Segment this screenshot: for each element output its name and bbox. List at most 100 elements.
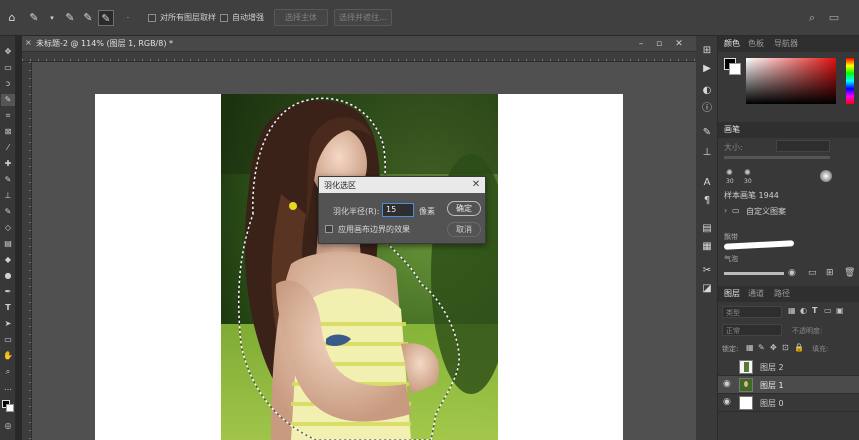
brush-tip-1-icon[interactable]: ✺ bbox=[726, 168, 733, 177]
brush-options-icon[interactable]: · bbox=[120, 10, 136, 26]
tab-brushes[interactable]: 画笔 bbox=[724, 124, 740, 135]
maximize-icon[interactable]: ▫ bbox=[652, 38, 666, 50]
move-tool-icon[interactable]: ✥ bbox=[1, 46, 15, 58]
actions-play-icon[interactable]: ▶ bbox=[699, 62, 715, 76]
filter-pixel-icon[interactable]: ▦ bbox=[788, 306, 796, 315]
folder-arrow-icon[interactable]: › bbox=[724, 206, 727, 215]
lock-paint-icon[interactable]: ✎ bbox=[758, 343, 765, 352]
soft-brush-tip[interactable] bbox=[820, 170, 832, 182]
ok-button[interactable]: 确定 bbox=[447, 201, 481, 216]
more-tools-icon[interactable]: … bbox=[1, 382, 15, 394]
auto-enhance-checkbox[interactable] bbox=[220, 14, 228, 22]
brush-item-ribbon-label[interactable]: 飘带 bbox=[724, 232, 738, 242]
character-panel-icon[interactable]: A bbox=[699, 176, 715, 190]
frame-tool-icon[interactable]: ⊠ bbox=[1, 126, 15, 138]
sample-all-layers-checkbox[interactable] bbox=[148, 14, 156, 22]
type-tool-icon[interactable]: T bbox=[1, 302, 15, 314]
filter-shape-icon[interactable]: ▭ bbox=[824, 306, 832, 315]
tab-color[interactable]: 颜色 bbox=[724, 38, 740, 49]
clone-stamp-icon[interactable]: ⊥ bbox=[1, 190, 15, 202]
path-select-tool-icon[interactable]: ➤ bbox=[1, 318, 15, 330]
search-icon[interactable]: ⌕ bbox=[804, 10, 820, 26]
layer-row[interactable]: ◉ 图层 0 bbox=[718, 394, 859, 412]
apply-canvas-bounds-checkbox[interactable] bbox=[325, 225, 333, 233]
blur-tool-icon[interactable]: ◆ bbox=[1, 254, 15, 266]
dodge-tool-icon[interactable]: ● bbox=[1, 270, 15, 282]
paragraph-panel-icon[interactable]: ¶ bbox=[699, 194, 715, 208]
eye-icon[interactable]: ◉ bbox=[723, 379, 731, 389]
workspace-icon[interactable]: ▭ bbox=[826, 10, 842, 26]
filter-adjust-icon[interactable]: ◐ bbox=[800, 306, 807, 315]
healing-brush-icon[interactable]: ✚ bbox=[1, 158, 15, 170]
lock-artboard-icon[interactable]: ⊡ bbox=[782, 343, 789, 352]
layer-row[interactable]: ◉ 图层 1 bbox=[718, 376, 859, 394]
marquee-tool-icon[interactable]: ▭ bbox=[1, 62, 15, 74]
history-brush-icon[interactable]: ✎ bbox=[1, 206, 15, 218]
brush-tip-2-icon[interactable]: ✺ bbox=[744, 168, 751, 177]
tab-navigator[interactable]: 导航器 bbox=[774, 38, 798, 49]
minimize-icon[interactable]: – bbox=[634, 38, 648, 50]
layer-row[interactable]: 图层 2 bbox=[718, 358, 859, 376]
brush-size-field[interactable] bbox=[776, 140, 830, 152]
eyedropper-tool-icon[interactable]: ⁄ bbox=[1, 142, 15, 154]
chevron-down-icon[interactable]: ▾ bbox=[44, 10, 60, 26]
close-window-icon[interactable]: ✕ bbox=[672, 38, 686, 50]
new-folder-icon[interactable]: ▭ bbox=[808, 268, 817, 278]
new-selection-brush-icon[interactable]: ✎ bbox=[62, 10, 78, 26]
eraser-tool-icon[interactable]: ◇ bbox=[1, 222, 15, 234]
tools-preset-icon[interactable]: ✂ bbox=[699, 264, 715, 278]
lock-position-icon[interactable]: ✥ bbox=[770, 343, 777, 352]
background-color-swatch[interactable] bbox=[6, 404, 14, 412]
lock-pixels-icon[interactable]: ▦ bbox=[746, 343, 754, 352]
add-selection-brush-icon[interactable]: ✎ bbox=[80, 10, 96, 26]
brush-visibility-icon[interactable]: ◉ bbox=[788, 268, 796, 278]
photo-layer[interactable] bbox=[221, 94, 498, 440]
brush-item-bubble-label[interactable]: 气泡 bbox=[724, 254, 738, 264]
tab-swatches[interactable]: 色板 bbox=[748, 38, 764, 49]
shape-tool-icon[interactable]: ▭ bbox=[1, 334, 15, 346]
select-and-mask-button[interactable]: 选择并遮住... bbox=[334, 9, 392, 26]
lasso-tool-icon[interactable]: ↄ bbox=[1, 78, 15, 90]
quick-mask-icon[interactable]: ◎ bbox=[1, 420, 15, 432]
info-icon[interactable]: ⓘ bbox=[699, 102, 715, 116]
gradient-tool-icon[interactable]: ▤ bbox=[1, 238, 15, 250]
brush-tool-icon[interactable]: ✎ bbox=[1, 174, 15, 186]
lock-all-icon[interactable]: 🔒 bbox=[794, 343, 804, 352]
hue-slider[interactable] bbox=[846, 58, 854, 104]
tab-channels[interactable]: 通道 bbox=[748, 288, 764, 299]
adjustments-icon[interactable]: ◐ bbox=[699, 84, 715, 98]
background-color[interactable] bbox=[729, 63, 741, 75]
color-picker-field[interactable] bbox=[746, 58, 836, 104]
pen-tool-icon[interactable]: ✒ bbox=[1, 286, 15, 298]
quick-select-tool-icon[interactable]: ✎ bbox=[1, 94, 15, 106]
blend-mode-select[interactable]: 正常 bbox=[722, 324, 782, 336]
properties-icon[interactable]: ▤ bbox=[699, 222, 715, 236]
layer-filter-select[interactable]: 类型 bbox=[722, 306, 782, 318]
filter-type-icon[interactable]: T bbox=[812, 306, 817, 315]
select-subject-button[interactable]: 选择主体 bbox=[274, 9, 328, 26]
brush-folder-label[interactable]: 自定义图案 bbox=[746, 206, 786, 217]
eye-icon[interactable]: ◉ bbox=[723, 397, 731, 407]
delete-brush-icon[interactable]: 🗑 bbox=[844, 268, 855, 278]
clone-source-icon[interactable]: ⊥ bbox=[699, 146, 715, 160]
libraries-icon[interactable]: ▦ bbox=[699, 240, 715, 254]
brush-size-slider[interactable] bbox=[724, 156, 830, 159]
tab-layers[interactable]: 图层 bbox=[724, 288, 740, 299]
hand-tool-icon[interactable]: ✋ bbox=[1, 350, 15, 362]
brush-panel-slider[interactable] bbox=[724, 272, 784, 275]
history-panel-icon[interactable]: ⊞ bbox=[699, 44, 715, 58]
new-brush-icon[interactable]: ⊞ bbox=[826, 268, 834, 278]
crop-tool-icon[interactable]: ⌗ bbox=[1, 110, 15, 122]
filter-smart-icon[interactable]: ▣ bbox=[836, 306, 844, 315]
cancel-button[interactable]: 取消 bbox=[447, 222, 481, 237]
home-icon[interactable]: ⌂ bbox=[4, 10, 20, 26]
brush-settings-icon[interactable]: ✎ bbox=[699, 126, 715, 140]
document-tab[interactable]: 未标题-2 @ 114% (图层 1, RGB/8) * bbox=[26, 38, 173, 50]
tab-paths[interactable]: 路径 bbox=[774, 288, 790, 299]
zoom-tool-icon[interactable]: ⌕ bbox=[1, 366, 15, 378]
styles-icon[interactable]: ◪ bbox=[699, 282, 715, 296]
feather-radius-input[interactable]: 15 bbox=[382, 203, 414, 217]
dialog-close-icon[interactable]: ✕ bbox=[469, 178, 483, 192]
subtract-selection-brush-icon[interactable]: ✎ bbox=[98, 10, 114, 26]
quick-selection-tool-icon[interactable]: ✎ bbox=[26, 10, 42, 26]
